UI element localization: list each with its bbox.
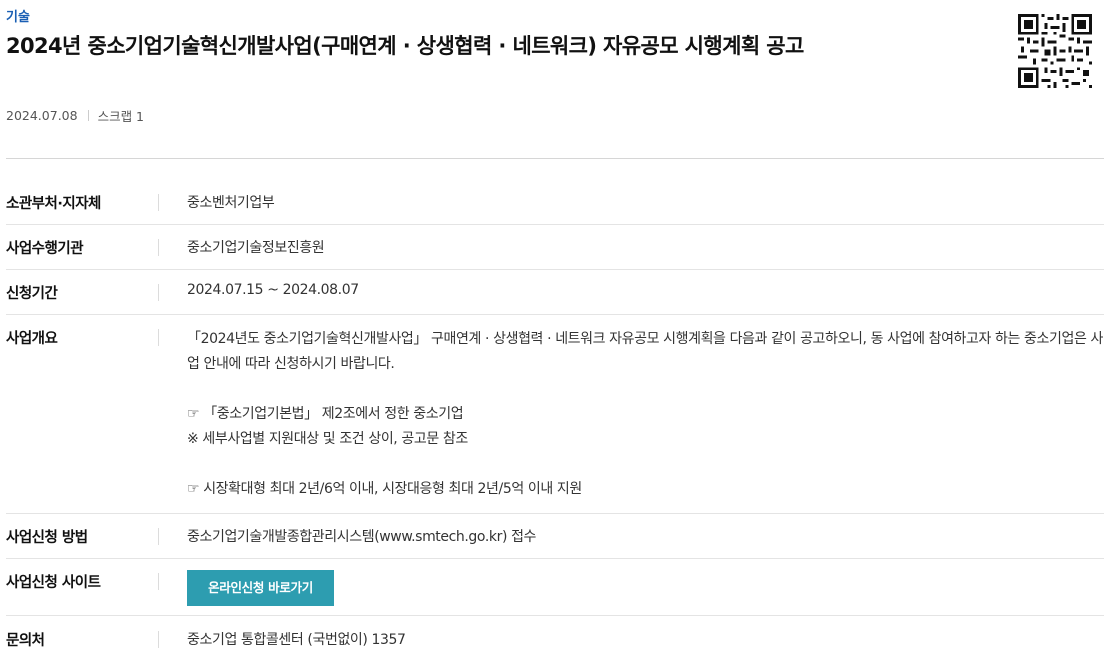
summary-blank-line — [187, 377, 1104, 402]
qr-code-icon — [1018, 14, 1092, 88]
info-label: 사업신청 방법 — [6, 530, 88, 546]
column-divider — [158, 284, 159, 301]
column-divider — [158, 194, 159, 211]
info-row-period: 신청기간 2024.07.15 ~ 2024.08.07 — [6, 270, 1104, 315]
info-label: 신청기간 — [6, 286, 58, 302]
info-value: 중소기업기술개발종합관리시스템(www.smtech.go.kr) 접수 — [187, 529, 537, 545]
header-divider — [6, 158, 1104, 159]
summary-eligibility: ☞ 「중소기업기본법」 제2조에서 정한 중소기업 — [187, 406, 464, 422]
column-divider — [158, 239, 159, 256]
column-divider — [158, 631, 159, 648]
column-divider — [158, 329, 159, 346]
summary-support: ☞ 시장확대형 최대 2년/6억 이내, 시장대응형 최대 2년/5억 이내 지… — [187, 481, 582, 497]
info-value: 2024.07.15 ~ 2024.08.07 — [187, 282, 359, 298]
column-divider — [158, 528, 159, 545]
info-row-contact: 문의처 중소기업 통합콜센터 (국번없이) 1357 — [6, 616, 1104, 660]
info-label: 문의처 — [6, 633, 45, 649]
post-date: 2024.07.08 — [6, 108, 78, 123]
scrap-count[interactable]: 스크랩 1 — [98, 106, 144, 125]
info-row-summary: 사업개요 「2024년도 중소기업기술혁신개발사업」 구매연계 · 상생협력 ·… — [6, 315, 1104, 514]
summary-blank-line — [187, 452, 1104, 477]
post-meta: 2024.07.08 스크랩 1 — [6, 106, 144, 125]
info-row-department: 소관부처·지자체 중소벤처기업부 — [6, 180, 1104, 225]
info-label: 사업신청 사이트 — [6, 575, 101, 591]
info-value: 중소벤처기업부 — [187, 195, 275, 211]
info-label: 사업수행기관 — [6, 241, 84, 257]
info-row-site: 사업신청 사이트 온라인신청 바로가기 — [6, 559, 1104, 616]
summary-note: ※ 세부사업별 지원대상 및 조건 상이, 공고문 참조 — [187, 431, 468, 447]
info-label: 소관부처·지자체 — [6, 196, 101, 212]
category-label: 기술 — [6, 10, 30, 25]
info-row-agency: 사업수행기관 중소기업기술정보진흥원 — [6, 225, 1104, 270]
info-value: 중소기업 통합콜센터 (국번없이) 1357 — [187, 632, 406, 648]
summary-paragraph: 「2024년도 중소기업기술혁신개발사업」 구매연계 · 상생협력 · 네트워크… — [187, 331, 1103, 372]
column-divider — [158, 573, 159, 590]
info-value: 온라인신청 바로가기 — [187, 570, 1104, 615]
online-apply-button[interactable]: 온라인신청 바로가기 — [187, 570, 334, 606]
page-title: 2024년 중소기업기술혁신개발사업(구매연계 · 상생협력 · 네트워크) 자… — [6, 34, 804, 58]
info-table: 소관부처·지자체 중소벤처기업부 사업수행기관 중소기업기술정보진흥원 신청기간… — [6, 180, 1104, 660]
summary-text: 「2024년도 중소기업기술혁신개발사업」 구매연계 · 상생협력 · 네트워크… — [187, 327, 1104, 513]
info-row-method: 사업신청 방법 중소기업기술개발종합관리시스템(www.smtech.go.kr… — [6, 514, 1104, 559]
info-value: 중소기업기술정보진흥원 — [187, 240, 325, 256]
meta-divider — [87, 110, 89, 121]
info-label: 사업개요 — [6, 331, 58, 347]
